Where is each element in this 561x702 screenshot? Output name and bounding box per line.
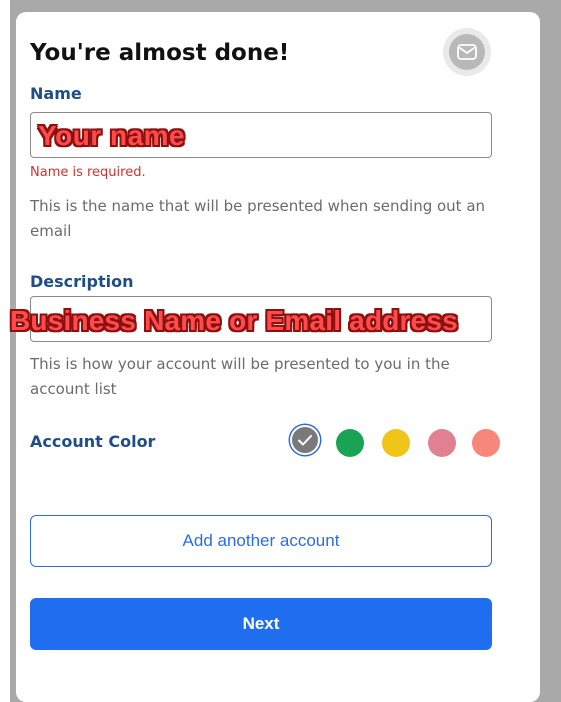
page-title: You're almost done!: [30, 40, 290, 66]
envelope-badge: [443, 28, 491, 76]
description-label: Description: [30, 272, 134, 291]
next-button[interactable]: Next: [30, 598, 492, 650]
checkmark-icon: [298, 435, 312, 446]
add-another-account-button[interactable]: Add another account: [30, 515, 492, 567]
name-error-message: Name is required.: [30, 165, 146, 180]
envelope-icon: [449, 34, 485, 70]
color-swatch-yellow[interactable]: [382, 429, 410, 457]
color-swatch-green[interactable]: [336, 429, 364, 457]
description-input[interactable]: [30, 296, 492, 342]
name-label: Name: [30, 84, 82, 103]
envelope-icon-graphic: [457, 44, 477, 60]
name-input[interactable]: [30, 112, 492, 158]
account-color-picker: [270, 421, 500, 461]
description-help-text: This is how your account will be present…: [30, 355, 450, 398]
name-help-text: This is the name that will be presented …: [30, 197, 486, 240]
color-swatch-salmon[interactable]: [472, 429, 500, 457]
account-color-label: Account Color: [30, 432, 156, 451]
color-swatch-pink[interactable]: [428, 429, 456, 457]
color-swatch-gray[interactable]: [290, 425, 320, 455]
